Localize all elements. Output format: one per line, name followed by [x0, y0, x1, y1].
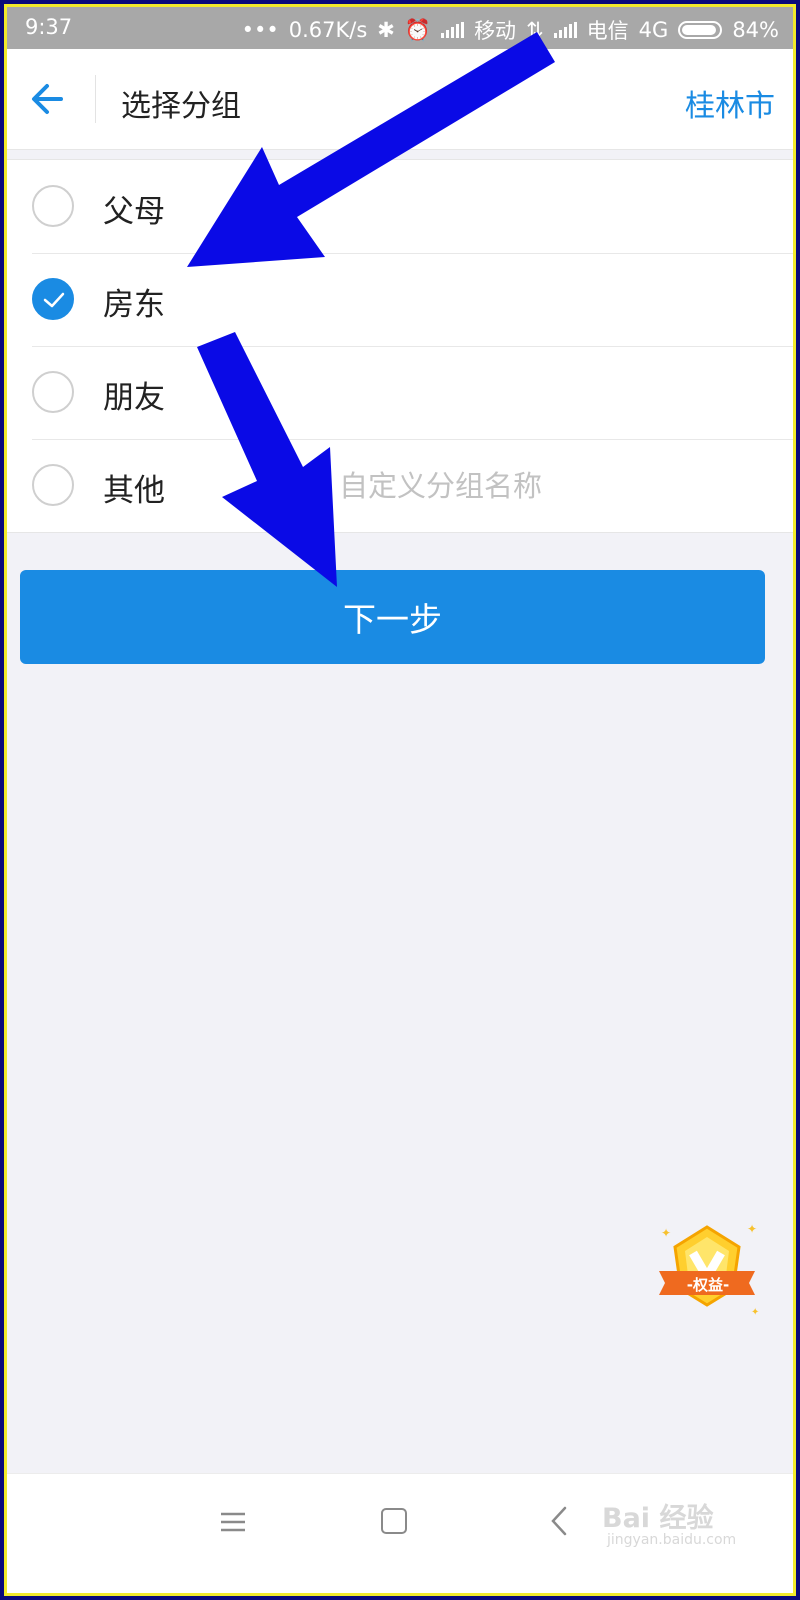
city-selector[interactable]: 桂林市: [685, 81, 775, 125]
back-arrow-icon: [32, 84, 63, 114]
group-option-other[interactable]: 其他: [7, 439, 793, 532]
nav-back-icon[interactable]: [547, 1504, 573, 1538]
radio-button[interactable]: [32, 371, 74, 413]
bluetooth-icon: ✱: [377, 18, 395, 42]
status-time: 9:37: [25, 15, 73, 39]
group-label: 朋友: [103, 380, 165, 416]
net-speed: 0.67K/s: [288, 18, 368, 42]
page-title: 选择分组: [121, 89, 241, 124]
rights-badge[interactable]: ✦ ✦ ✦ -权益-: [647, 1219, 767, 1319]
battery-icon: [678, 21, 723, 39]
radio-button[interactable]: [32, 464, 74, 506]
svg-text:✦: ✦: [747, 1222, 757, 1236]
badge-label: -权益-: [686, 1276, 730, 1294]
group-label: 父母: [103, 194, 165, 230]
home-icon[interactable]: [381, 1508, 407, 1534]
signal-icon: [441, 22, 465, 38]
battery-percent: 84%: [732, 18, 779, 42]
group-list: 父母 房东 朋友 其他: [7, 159, 793, 533]
phone-screen: 9:37 ••• 0.67K/s ✱ ⏰ 移动 ⇅ 电信 4G 84% 选择分组…: [7, 7, 793, 1593]
group-option-landlord[interactable]: 房东: [7, 253, 793, 346]
group-label: 房东: [103, 287, 165, 323]
app-header: 选择分组 桂林市: [7, 49, 793, 150]
header-divider: [95, 75, 96, 123]
rights-badge-icon: ✦ ✦ ✦: [659, 1222, 759, 1318]
carrier-1: 移动: [474, 19, 517, 43]
checkmark-icon: [43, 292, 65, 308]
group-option-friends[interactable]: 朋友: [7, 346, 793, 439]
svg-text:✦: ✦: [751, 1307, 759, 1318]
back-button[interactable]: [25, 75, 73, 123]
data-transfer-icon: ⇅: [526, 18, 544, 42]
carrier-2: 电信: [586, 19, 629, 43]
radio-button[interactable]: [32, 185, 74, 227]
custom-group-name-input[interactable]: [337, 461, 761, 511]
watermark-logo: Bai 经验: [602, 1503, 714, 1534]
status-dots: •••: [241, 18, 279, 42]
next-step-button[interactable]: 下一步: [20, 570, 765, 664]
system-nav-bar: Bai 经验 jingyan.baidu.com: [7, 1473, 793, 1593]
signal-icon-2: [553, 22, 577, 38]
status-bar: 9:37 ••• 0.67K/s ✱ ⏰ 移动 ⇅ 电信 4G 84%: [7, 7, 793, 49]
network-type: 4G: [638, 18, 669, 42]
group-option-parents[interactable]: 父母: [7, 160, 793, 253]
svg-text:✦: ✦: [661, 1226, 671, 1240]
menu-icon[interactable]: [219, 1508, 247, 1536]
status-right: ••• 0.67K/s ✱ ⏰ 移动 ⇅ 电信 4G 84%: [242, 15, 779, 45]
radio-button-checked[interactable]: [32, 278, 74, 320]
alarm-icon: ⏰: [404, 17, 432, 42]
group-label: 其他: [103, 473, 165, 509]
watermark-url: jingyan.baidu.com: [607, 1532, 737, 1548]
